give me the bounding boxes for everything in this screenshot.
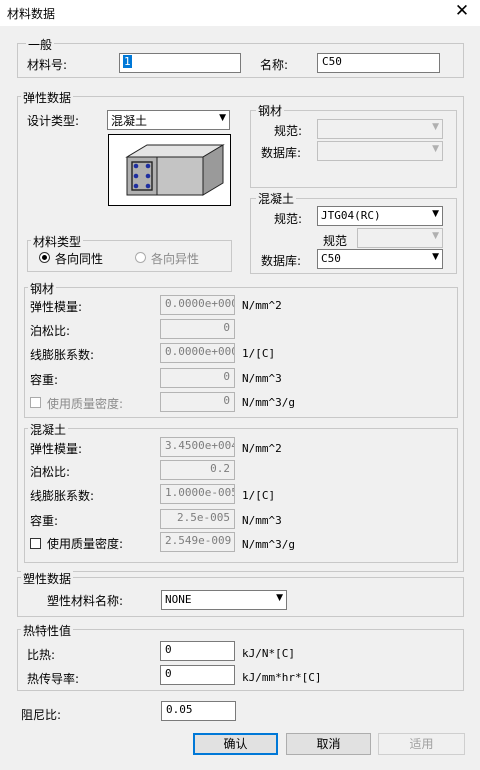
steel-props-title: 钢材: [28, 280, 57, 297]
steel-weight-unit: N/mm^3: [242, 372, 282, 385]
concrete-expansion-label: 线膨胀系数:: [30, 489, 95, 503]
steel-poisson-label: 泊松比:: [30, 324, 71, 338]
anisotropic-label: 各向异性: [151, 252, 200, 266]
close-icon[interactable]: ✕: [452, 1, 472, 23]
chevron-down-icon: ▼: [276, 593, 283, 603]
concrete-poisson-input[interactable]: 0.2: [160, 460, 235, 480]
concrete-modulus-unit: N/mm^2: [242, 442, 282, 455]
concrete-spec-label: 规范:: [274, 212, 303, 226]
chevron-down-icon: ▼: [432, 231, 439, 241]
concrete-poisson-label: 泊松比:: [30, 465, 71, 479]
concrete-modulus-label: 弹性模量:: [30, 442, 83, 456]
damping-input[interactable]: 0.05: [161, 701, 236, 721]
steel-spec-select[interactable]: ▼: [317, 119, 443, 139]
concrete-weight-label: 容重:: [30, 514, 59, 528]
name-label: 名称:: [260, 58, 289, 72]
steel-mass-density-checkbox[interactable]: [30, 397, 41, 408]
cancel-button[interactable]: 取消: [286, 733, 371, 755]
concrete-mass-density-input[interactable]: 2.549e-009: [160, 532, 235, 552]
steel-modulus-label: 弹性模量:: [30, 300, 83, 314]
chevron-down-icon: ▼: [219, 113, 226, 123]
concrete-beam-icon: [125, 144, 225, 196]
ok-button[interactable]: 确认: [193, 733, 278, 755]
chevron-down-icon: ▼: [432, 144, 439, 154]
steel-mass-density-label: 使用质量密度:: [47, 397, 124, 411]
plastic-name-value: NONE: [165, 593, 192, 606]
concrete-db-label: 数据库:: [261, 254, 302, 268]
steel-mass-density-input[interactable]: 0: [160, 392, 235, 412]
steel-expansion-label: 线膨胀系数:: [30, 348, 95, 362]
general-group-title: 一般: [26, 36, 55, 53]
window-title: 材料数据: [7, 7, 56, 21]
material-type-title: 材料类型: [31, 233, 84, 250]
concrete-spec-value: JTG04(RC): [321, 209, 381, 222]
steel-weight-input[interactable]: 0: [160, 368, 235, 388]
damping-label: 阻尼比:: [21, 708, 62, 722]
chevron-down-icon: ▼: [432, 122, 439, 132]
name-input[interactable]: C50: [317, 53, 440, 73]
concrete-weight-input[interactable]: 2.5e-005: [160, 509, 235, 529]
plastic-name-select[interactable]: NONE ▼: [161, 590, 287, 610]
concrete-mass-density-unit: N/mm^3/g: [242, 538, 295, 551]
design-type-value: 混凝土: [111, 114, 148, 128]
steel-mass-density-unit: N/mm^3/g: [242, 396, 295, 409]
isotropic-radio[interactable]: [39, 252, 50, 263]
material-no-input[interactable]: 1: [119, 53, 241, 73]
concrete-subspec-label: 规范: [323, 234, 348, 248]
steel-db-label: 数据库:: [261, 146, 302, 160]
plastic-name-label: 塑性材料名称:: [47, 594, 124, 608]
thermal-group-title: 热特性值: [21, 622, 74, 639]
apply-button[interactable]: 适用: [378, 733, 465, 755]
steel-modulus-unit: N/mm^2: [242, 299, 282, 312]
concrete-expansion-unit: 1/[C]: [242, 489, 276, 502]
steel-db-select[interactable]: ▼: [317, 141, 443, 161]
steel-expansion-input[interactable]: 0.0000e+000: [160, 343, 235, 363]
chevron-down-icon: ▼: [432, 252, 439, 262]
conductivity-unit: kJ/mm*hr*[C]: [242, 671, 322, 684]
concrete-subspec-select[interactable]: ▼: [357, 228, 443, 248]
concrete-spec-select[interactable]: JTG04(RC) ▼: [317, 206, 443, 226]
concrete-weight-unit: N/mm^3: [242, 514, 282, 527]
specific-heat-label: 比热:: [27, 648, 56, 662]
material-no-label: 材料号:: [27, 58, 68, 72]
steel-poisson-input[interactable]: 0: [160, 319, 235, 339]
steel-spec-label: 规范:: [274, 124, 303, 138]
design-type-label: 设计类型:: [27, 114, 80, 128]
material-no-value: 1: [123, 55, 132, 68]
chevron-down-icon: ▼: [432, 209, 439, 219]
concrete-db-select[interactable]: C50 ▼: [317, 249, 443, 269]
steel-spec-title: 钢材: [256, 102, 285, 119]
specific-heat-unit: kJ/N*[C]: [242, 647, 295, 660]
conductivity-input[interactable]: 0: [160, 665, 235, 685]
steel-expansion-unit: 1/[C]: [242, 347, 276, 360]
anisotropic-radio[interactable]: [135, 252, 146, 263]
plastic-group-title: 塑性数据: [21, 570, 74, 587]
specific-heat-input[interactable]: 0: [160, 641, 235, 661]
design-type-select[interactable]: 混凝土 ▼: [107, 110, 230, 130]
concrete-expansion-input[interactable]: 1.0000e-005: [160, 484, 235, 504]
concrete-mass-density-label: 使用质量密度:: [47, 537, 124, 551]
concrete-spec-title: 混凝土: [256, 190, 297, 207]
title-bar: [0, 0, 480, 26]
concrete-props-title: 混凝土: [28, 421, 69, 438]
isotropic-label: 各向同性: [55, 252, 104, 266]
elastic-group-title: 弹性数据: [21, 89, 74, 106]
concrete-db-value: C50: [321, 252, 341, 265]
conductivity-label: 热传导率:: [27, 672, 80, 686]
concrete-modulus-input[interactable]: 3.4500e+004: [160, 437, 235, 457]
steel-modulus-input[interactable]: 0.0000e+000: [160, 295, 235, 315]
concrete-mass-density-checkbox[interactable]: [30, 538, 41, 549]
steel-weight-label: 容重:: [30, 373, 59, 387]
thermal-group: [17, 629, 464, 691]
material-section-image: [108, 134, 231, 206]
